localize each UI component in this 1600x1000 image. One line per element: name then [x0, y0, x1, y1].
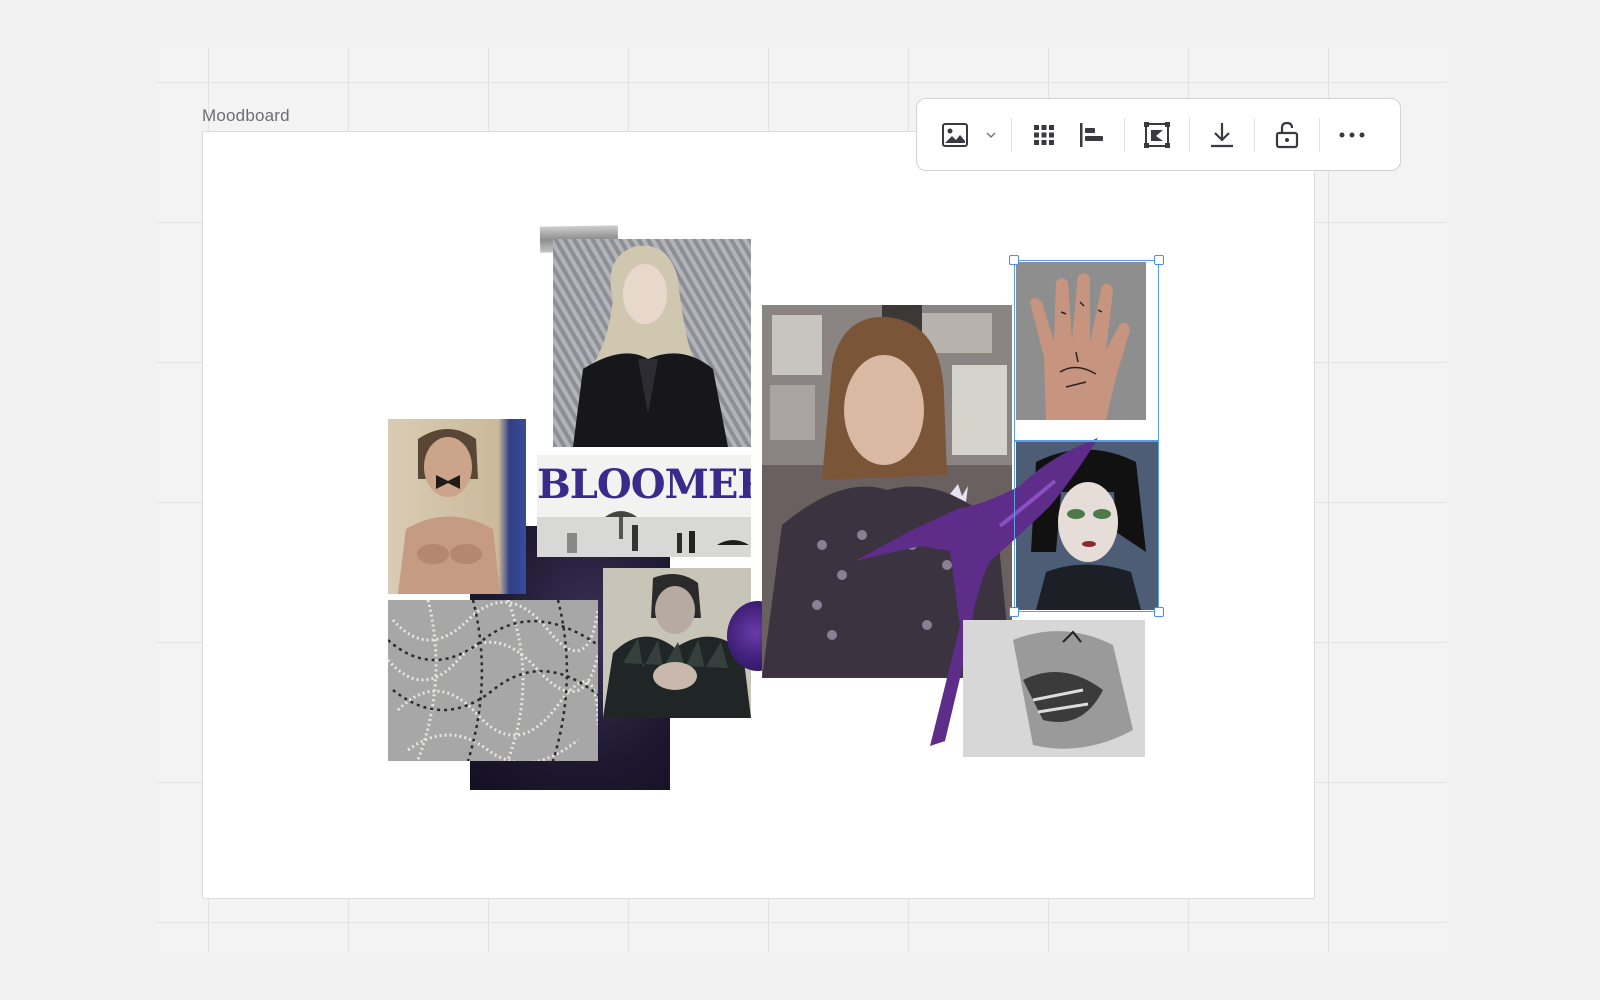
image-icon — [942, 122, 968, 147]
blonde-woman-photo[interactable] — [553, 239, 751, 447]
resize-handle-top-right[interactable] — [1154, 255, 1164, 265]
crop-button[interactable] — [1133, 111, 1181, 159]
chevron-down-icon — [986, 131, 996, 138]
more-icon — [1339, 132, 1365, 137]
floating-toolbar — [916, 98, 1401, 171]
arrange-grid-button[interactable] — [1020, 111, 1068, 159]
toolbar-separator — [1254, 117, 1255, 152]
blonde-woman-figure — [573, 245, 728, 447]
unlock-icon — [1275, 121, 1299, 148]
grid-icon — [1034, 124, 1054, 145]
resize-handle-bottom-left[interactable] — [1009, 607, 1019, 617]
align-left-icon — [1080, 122, 1103, 147]
selection-box[interactable] — [1014, 260, 1159, 612]
more-options-button[interactable] — [1328, 111, 1376, 159]
align-button[interactable] — [1068, 111, 1116, 159]
toolbar-separator — [1189, 117, 1190, 152]
butterfly-portrait-figure — [398, 429, 500, 594]
butterfly-portrait-photo[interactable] — [388, 419, 526, 594]
beach-scene — [537, 511, 751, 557]
toolbar-separator — [1319, 117, 1320, 152]
bw-hands-figure — [1013, 630, 1133, 749]
beads-photo[interactable] — [388, 600, 598, 761]
download-button[interactable] — [1198, 111, 1246, 159]
beads-pattern — [388, 600, 598, 761]
resize-handle-bottom-right[interactable] — [1154, 607, 1164, 617]
bloomers-magazine-photo[interactable]: BLOOMERS — [537, 455, 751, 557]
replace-image-button[interactable] — [931, 111, 979, 159]
toolbar-separator — [1124, 117, 1125, 152]
frame-label[interactable]: Moodboard — [202, 106, 290, 126]
unlock-button[interactable] — [1263, 111, 1311, 159]
toolbar-separator — [1011, 117, 1012, 152]
selection-divider — [1014, 440, 1159, 442]
crop-icon — [1144, 121, 1170, 148]
bw-hands-photo[interactable] — [963, 620, 1145, 757]
download-icon — [1211, 122, 1233, 147]
image-options-dropdown[interactable] — [979, 111, 1003, 159]
resize-handle-top-left[interactable] — [1009, 255, 1019, 265]
